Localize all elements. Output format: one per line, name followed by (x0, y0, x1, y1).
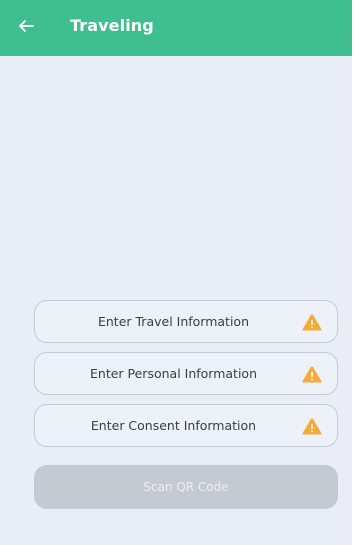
scan-button-label: Scan QR Code (143, 480, 229, 494)
action-label: Enter Consent Information (90, 418, 257, 433)
action-label: Enter Travel Information (97, 314, 249, 329)
warning-icon (302, 366, 322, 383)
action-label: Enter Personal Information (90, 366, 257, 381)
arrow-left-icon (19, 20, 34, 32)
scan-qr-code-button[interactable]: Scan QR Code (34, 465, 338, 509)
enter-consent-information-button[interactable]: Enter Consent Information (34, 404, 338, 447)
enter-personal-information-button[interactable]: Enter Personal Information (34, 352, 338, 395)
warning-icon (302, 418, 322, 435)
app-bar: Traveling (0, 0, 352, 56)
warning-icon (302, 314, 322, 331)
action-list: Enter Travel Information Enter Personal … (34, 300, 338, 456)
screen: Traveling Enter Travel Information Enter… (0, 0, 352, 545)
back-button[interactable] (14, 14, 38, 38)
enter-travel-information-button[interactable]: Enter Travel Information (34, 300, 338, 343)
page-title: Traveling (70, 16, 154, 35)
